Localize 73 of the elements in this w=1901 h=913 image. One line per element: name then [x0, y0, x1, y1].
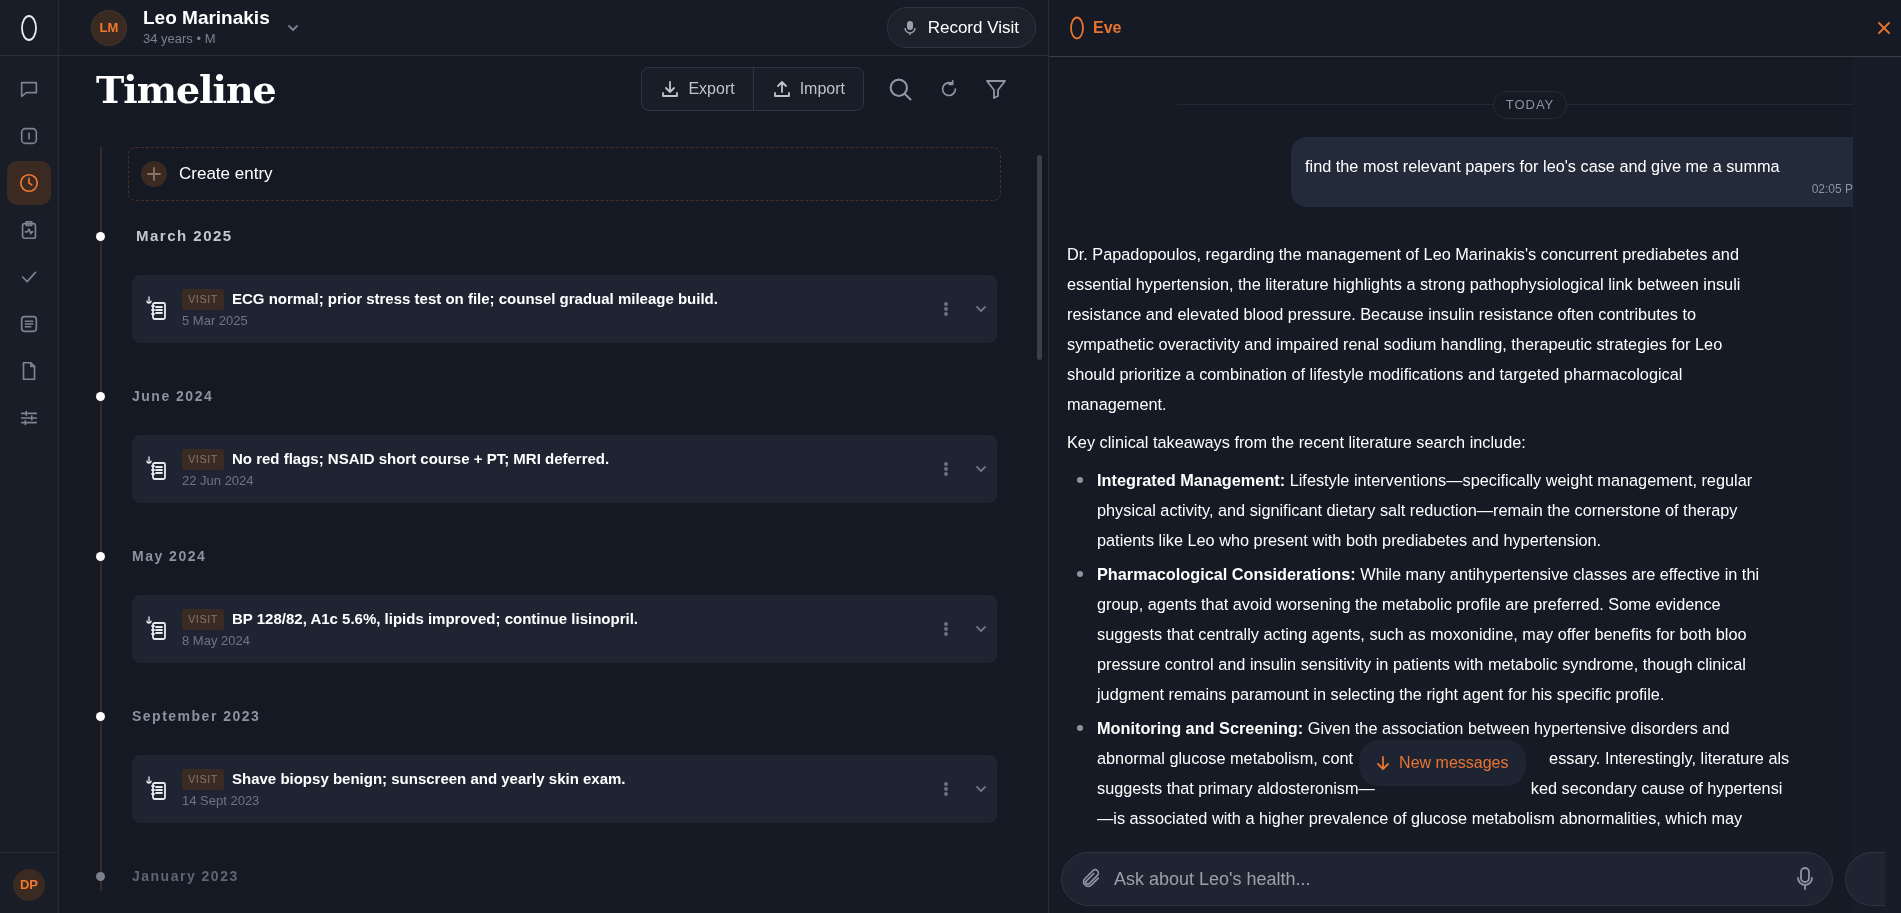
list-item-text: Integrated Management: Lifestyle interventions—specifically weight management, regular physical activity, and significant dietary salt reduction—remain the cornerstone of therapy patients like Leo who present with both prediabetes and hypertension.: [1097, 469, 1753, 551]
entry-summary: Shave biopsy benign; sunscreen and yearly skin exam.: [232, 769, 626, 789]
assistant-name: Eve: [1093, 18, 1122, 38]
more-icon[interactable]: [943, 301, 949, 317]
timeline-entry-card[interactable]: VISIT Shave biopsy benign; sunscreen and yearly skin exam. 14 Sept 2023: [132, 755, 997, 823]
more-icon[interactable]: [943, 781, 949, 797]
visit-tag: VISIT: [182, 609, 224, 630]
download-icon: [660, 79, 681, 99]
logo-icon[interactable]: [19, 12, 39, 43]
record-visit-button[interactable]: Record Visit: [886, 6, 1036, 49]
chat-input-field[interactable]: Ask about Leo's health...: [1112, 859, 1786, 899]
timeline-dot: [96, 711, 105, 721]
plus-icon: [147, 167, 161, 181]
clock-icon: [18, 172, 40, 194]
more-icon[interactable]: [943, 621, 949, 637]
month-label: January 2023: [132, 866, 239, 886]
clock-nav-button[interactable]: [7, 161, 51, 205]
timeline-entry-card[interactable]: VISIT No red flags; NSAID short course + PT; MRI deferred. 22 Jun 2024: [132, 435, 997, 503]
import-button[interactable]: Import: [752, 68, 863, 110]
month-label: June 2024: [132, 386, 214, 406]
user-avatar[interactable]: DP: [13, 869, 45, 901]
entry-summary: BP 128/82, A1c 5.6%, lipids improved; continue lisinopril.: [232, 609, 638, 629]
timeline-entry-card[interactable]: VISIT ECG normal; prior stress test on file; counsel gradual mileage build. 5 Mar 2025: [132, 275, 997, 343]
bullet-dot: [1077, 724, 1083, 731]
timeline-dot: [96, 551, 105, 561]
entry-summary: No red flags; NSAID short course + PT; MRI deferred.: [232, 449, 610, 469]
patient-name: Leo Marinakis: [143, 6, 270, 29]
microphone-icon[interactable]: [1796, 866, 1814, 892]
patient-details: 34 years • M: [143, 29, 217, 48]
chevron-down-icon[interactable]: [975, 303, 987, 315]
paragraph: Dr. Papadopoulos, regarding the management of Leo Marinakis's concurrent prediabetes and essential hypertension, the literature highlights a strong pathophysiological link between insuli resistance and elevated blood pressure. Because insulin resistance often contributes to sympathetic overactivity and impaired renal sodium handling, therapeutic strategies for Leo should prioritize a combination of lifestyle modifications and targeted pharmacological management.: [1067, 243, 1742, 415]
upload-icon: [771, 79, 792, 99]
document-icon: [18, 313, 40, 335]
chat-input-field[interactable]: Ask about Leo's health...: [1061, 852, 1833, 906]
bullet-dot: [1077, 476, 1083, 483]
entry-summary: ECG normal; prior stress test on file; counsel gradual mileage build.: [232, 289, 718, 309]
entry-date: 5 Mar 2025: [182, 311, 249, 330]
export-button[interactable]: Export: [642, 68, 753, 110]
bullet-dot: [1077, 570, 1083, 577]
timeline-dot: [96, 391, 105, 401]
info-icon: [18, 125, 40, 147]
filter-icon[interactable]: [984, 77, 1008, 101]
timeline-dot: [96, 871, 105, 881]
timeline-dot: [96, 231, 105, 241]
visit-tag: VISIT: [182, 289, 224, 310]
paragraph: Key clinical takeaways from the recent literature search include:: [1067, 431, 1527, 453]
list-item-text: Pharmacological Considerations: While many antihypertensive classes are effective in thi group, agents that avoid worsening the metabolic profile are preferred. Some evidence suggests that centrally acting agents, such as moxonidine, may offer benefits for both bloo pressure control and insulin sensitivity in patients with metabolic syndrome, though clinical judgment remains paramount in selecting the right agent for his specific profile.: [1097, 563, 1760, 705]
attach-icon[interactable]: [1080, 868, 1102, 890]
month-label: September 2023: [132, 706, 261, 726]
arrow-down-icon: [1377, 755, 1390, 770]
more-icon[interactable]: [943, 461, 949, 477]
entry-date: 22 Jun 2024: [182, 471, 255, 490]
visit-tag: VISIT: [182, 449, 224, 470]
create-entry-button[interactable]: Create entry: [128, 147, 1001, 201]
entry-date: 8 May 2024: [182, 631, 251, 650]
logo-icon: [1069, 15, 1085, 41]
scrollbar[interactable]: [1037, 155, 1042, 360]
page-title: Timeline: [96, 65, 276, 114]
message-time: 02:05 P: [1810, 180, 1853, 197]
visit-tag: VISIT: [182, 769, 224, 790]
chevron-down-icon[interactable]: [975, 783, 987, 795]
patient-avatar: LM: [91, 9, 127, 46]
close-icon[interactable]: [1877, 21, 1891, 35]
entry-date: 14 Sept 2023: [182, 791, 261, 810]
chevron-down-icon[interactable]: [975, 623, 987, 635]
month-label: May 2024: [132, 546, 207, 566]
new-messages-button[interactable]: New messages: [1359, 739, 1527, 786]
list-item-text: Monitoring and Screening: Given the association between hypertensive disorders and abnormal glucose metabolism, cont New messages essary. Interestingly, literature als suggests that primary aldosteronism— ked secondary cause of hypertensi —is associated with a higher prevalence of glucose metabolism abnormalities, which may: [1097, 717, 1790, 829]
microphone-icon: [903, 19, 916, 36]
chevron-down-icon[interactable]: [975, 463, 987, 475]
message-text: find the most relevant papers for leo's case and give me a summa: [1305, 155, 1781, 177]
timeline-entry-card[interactable]: VISIT BP 128/82, A1c 5.6%, lipids improved; continue lisinopril. 8 May 2024: [132, 595, 997, 663]
month-label: March 2025: [135, 225, 233, 246]
